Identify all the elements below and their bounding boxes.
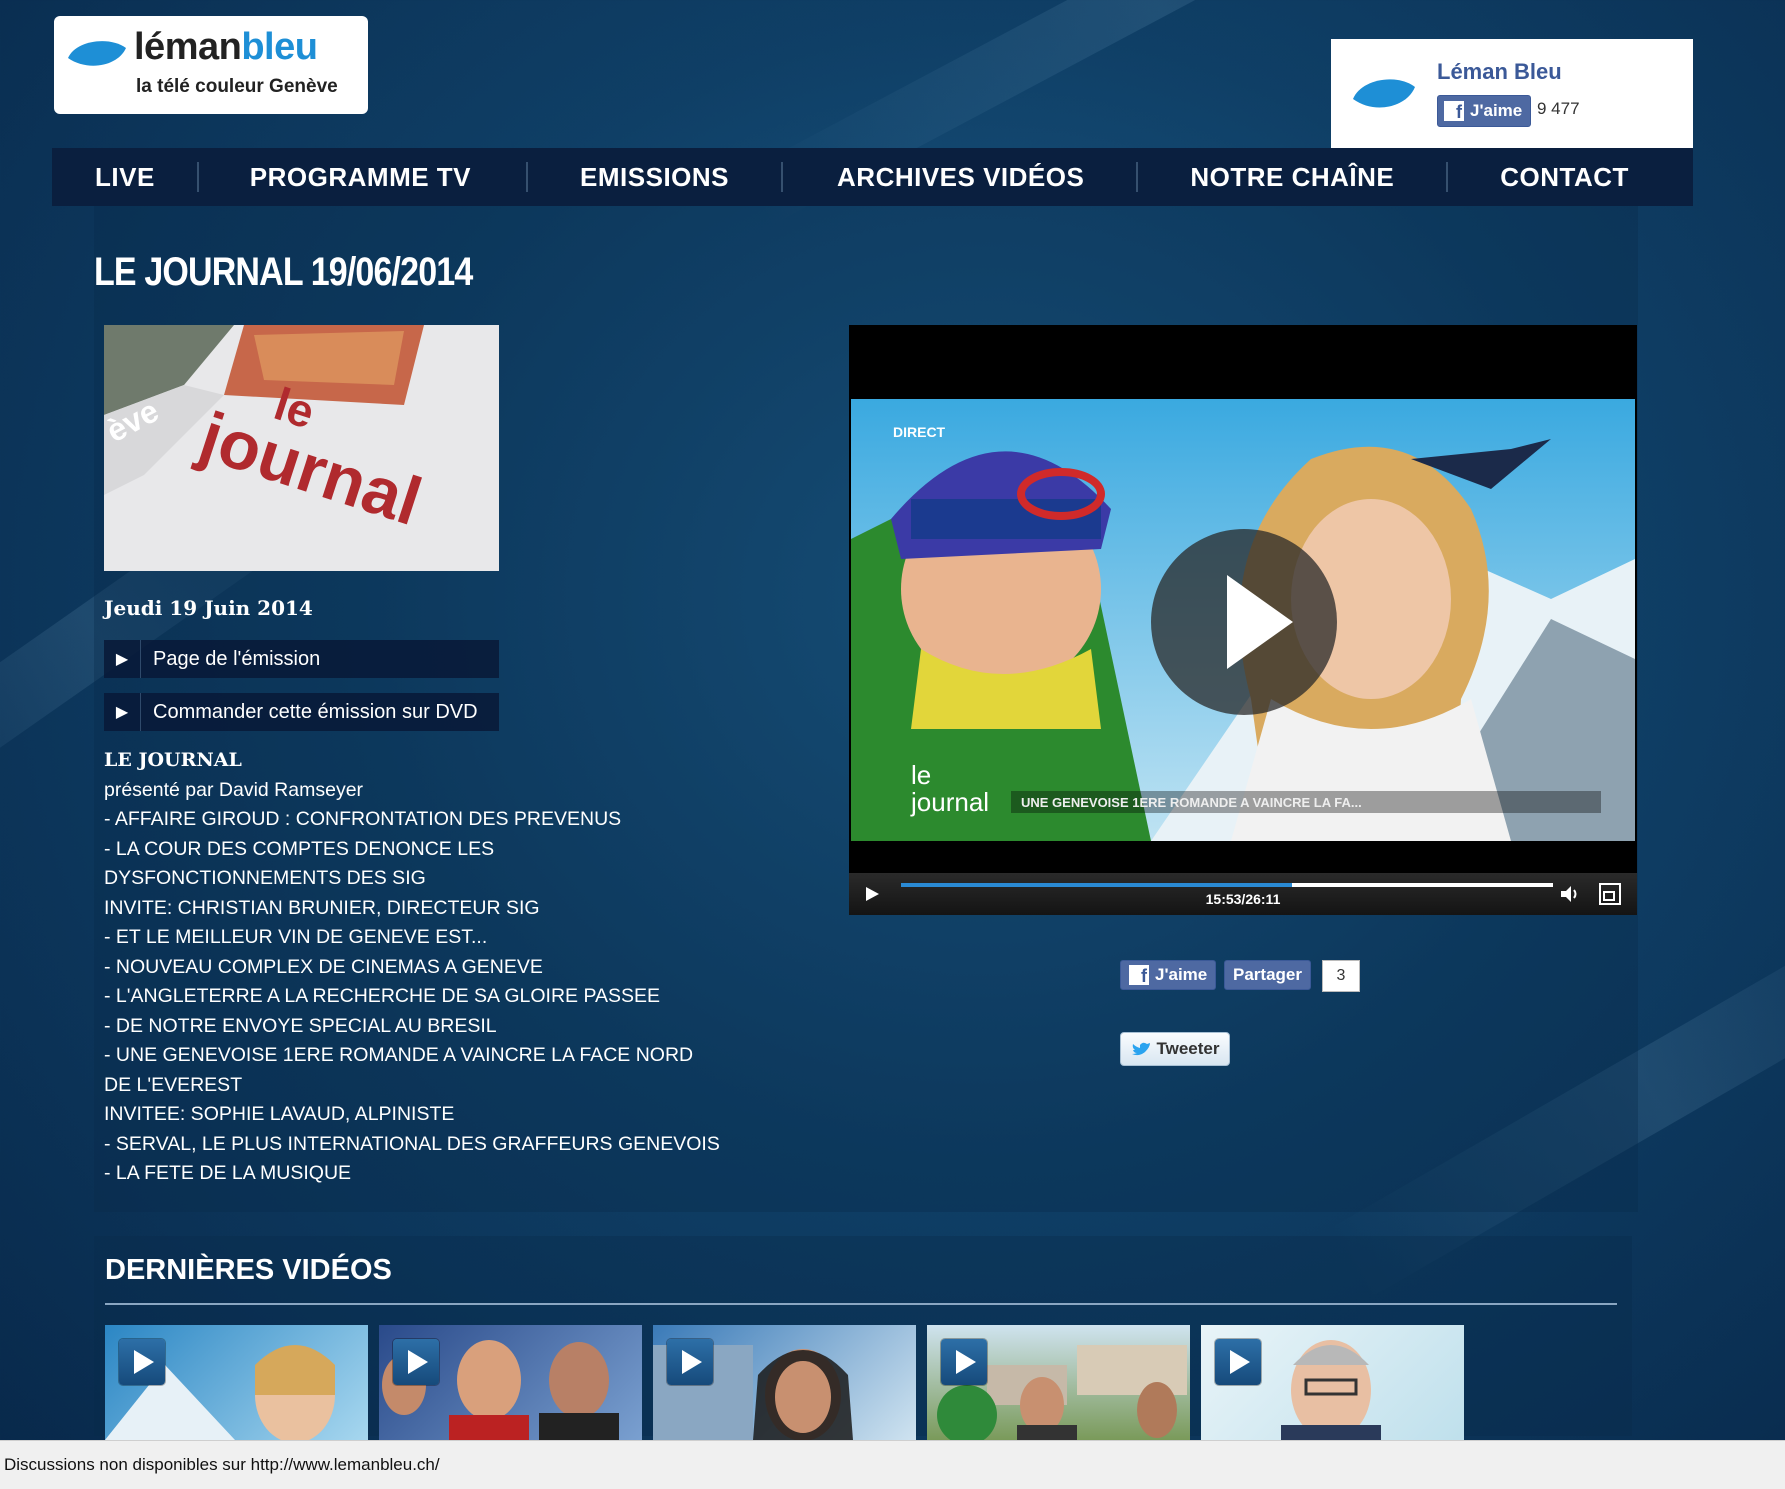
- volume-icon[interactable]: [1559, 883, 1581, 905]
- latest-videos-title: DERNIÈRES VIDÉOS: [105, 1254, 392, 1286]
- nav-contact[interactable]: CONTACT: [1500, 162, 1629, 193]
- progress-bar[interactable]: [901, 883, 1553, 887]
- video-thumbnail[interactable]: [927, 1325, 1190, 1440]
- video-time: 15:53/26:11: [1205, 891, 1281, 907]
- description-line: - LA FETE DE LA MUSIQUE: [104, 1162, 352, 1184]
- drop-logo-icon: [1353, 79, 1415, 108]
- nav-live[interactable]: LIVE: [95, 162, 155, 193]
- play-button[interactable]: [119, 1339, 165, 1385]
- description-line: - ET LE MEILLEUR VIN DE GENEVE EST...: [104, 926, 488, 948]
- overlay-logo-le: le: [911, 760, 931, 790]
- play-button[interactable]: [393, 1339, 439, 1385]
- nav-separator: [1446, 162, 1449, 192]
- play-icon: [1230, 1350, 1250, 1374]
- video-frame[interactable]: DIRECT le journal UNE GENEVOISE 1ERE ROM…: [851, 399, 1635, 841]
- like-label: J'aime: [1470, 101, 1523, 120]
- facebook-like-button[interactable]: f J'aime: [1120, 960, 1217, 990]
- like-label: J'aime: [1155, 965, 1208, 984]
- play-icon: [134, 1350, 154, 1374]
- overlay-logo-journal: journal: [910, 787, 989, 817]
- facebook-icon: f: [1129, 965, 1149, 985]
- nav-separator: [1136, 162, 1139, 192]
- play-icon: [1227, 575, 1293, 669]
- drop-logo-icon: [68, 41, 126, 66]
- play-button[interactable]: [1215, 1339, 1261, 1385]
- order-dvd-link[interactable]: ▶ Commander cette émission sur DVD: [104, 693, 499, 731]
- description-line: INVITEE: SOPHIE LAVAUD, ALPINISTE: [104, 1103, 455, 1125]
- emission-page-label: Page de l'émission: [153, 647, 321, 670]
- play-icon: [956, 1350, 976, 1374]
- description-line: - DE NOTRE ENVOYE SPECIAL AU BRESIL: [104, 1014, 497, 1037]
- tweet-button[interactable]: Tweeter: [1120, 1032, 1230, 1066]
- nav-archives-videos[interactable]: ARCHIVES VIDÉOS: [837, 162, 1084, 193]
- video-thumbnail[interactable]: [105, 1325, 368, 1440]
- nav-programme-tv[interactable]: PROGRAMME TV: [250, 162, 471, 193]
- episode-date: Jeudi 19 Juin 2014: [104, 596, 313, 620]
- nav-separator: [526, 162, 529, 192]
- emission-page-link[interactable]: ▶ Page de l'émission: [104, 640, 499, 678]
- description-title: LE JOURNAL: [104, 749, 242, 771]
- play-button[interactable]: [941, 1339, 987, 1385]
- description-line: INVITE: CHRISTIAN BRUNIER, DIRECTEUR SIG: [104, 896, 540, 919]
- nav-separator: [781, 162, 784, 192]
- facebook-page-widget: Léman Bleu f J'aime 9 477: [1331, 39, 1693, 161]
- journal-cover-image: ève le journal: [104, 325, 499, 571]
- direct-overlay: DIRECT: [893, 424, 946, 440]
- description-line: - L'ANGLETERRE A LA RECHERCHE DE SA GLOI…: [104, 985, 661, 1007]
- video-thumbnail[interactable]: [379, 1325, 642, 1440]
- order-dvd-label: Commander cette émission sur DVD: [153, 700, 478, 723]
- logo-brand: lémanbleu: [134, 26, 318, 68]
- facebook-icon: f: [1444, 101, 1464, 121]
- video-thumbnail[interactable]: [1201, 1325, 1464, 1440]
- video-controls: 15:53/26:11: [849, 873, 1637, 915]
- share-count: 3: [1322, 960, 1360, 992]
- like-count: 9 477: [1537, 99, 1580, 118]
- main-nav: LIVE PROGRAMME TV EMISSIONS ARCHIVES VID…: [52, 148, 1693, 206]
- facebook-share-button[interactable]: Partager: [1224, 960, 1311, 990]
- facebook-like-button[interactable]: f J'aime: [1437, 95, 1532, 127]
- episode-description: LE JOURNAL présenté par David Ramseyer -…: [104, 746, 724, 1189]
- play-arrow-icon: ▶: [104, 640, 141, 678]
- description-line: - UNE GENEVOISE 1ERE ROMANDE A VAINCRE L…: [104, 1044, 694, 1096]
- twitter-bird-icon: [1131, 1042, 1150, 1056]
- video-thumbnail[interactable]: [653, 1325, 916, 1440]
- play-arrow-icon: ▶: [104, 693, 141, 731]
- facebook-page-name[interactable]: Léman Bleu: [1437, 59, 1562, 85]
- episode-thumbnail: ève le journal: [104, 325, 499, 571]
- nav-notre-chaine[interactable]: NOTRE CHAÎNE: [1190, 162, 1394, 193]
- play-icon: [408, 1350, 428, 1374]
- site-logo[interactable]: lémanbleu la télé couleur Genève: [54, 16, 368, 114]
- nav-separator: [196, 162, 199, 192]
- big-play-button[interactable]: [1151, 529, 1337, 715]
- divider: [105, 1303, 1617, 1305]
- play-icon: [682, 1350, 702, 1374]
- share-label: Partager: [1233, 965, 1302, 984]
- tweet-label: Tweeter: [1156, 1039, 1220, 1058]
- description-line: - LA COUR DES COMPTES DENONCE LES DYSFON…: [104, 837, 495, 890]
- description-line: - NOUVEAU COMPLEX DE CINEMAS A GENEVE: [104, 955, 543, 978]
- fullscreen-icon[interactable]: [1597, 881, 1623, 907]
- description-line: - SERVAL, LE PLUS INTERNATIONAL DES GRAF…: [104, 1132, 720, 1155]
- logo-tagline: la télé couleur Genève: [136, 76, 338, 97]
- status-text: Discussions non disponibles sur http://w…: [4, 1455, 440, 1474]
- description-line: - AFFAIRE GIROUD : CONFRONTATION DES PRE…: [104, 808, 622, 830]
- nav-emissions[interactable]: EMISSIONS: [580, 162, 729, 193]
- description-line: présenté par David Ramseyer: [104, 778, 364, 801]
- video-ticker: UNE GENEVOISE 1ERE ROMANDE A VAINCRE LA …: [1021, 795, 1362, 810]
- page-title: LE JOURNAL 19/06/2014: [94, 250, 473, 294]
- browser-status-bar: Discussions non disponibles sur http://w…: [0, 1440, 1785, 1489]
- video-player[interactable]: DIRECT le journal UNE GENEVOISE 1ERE ROM…: [849, 325, 1637, 915]
- play-button[interactable]: [667, 1339, 713, 1385]
- progress-bar-fill: [901, 883, 1293, 887]
